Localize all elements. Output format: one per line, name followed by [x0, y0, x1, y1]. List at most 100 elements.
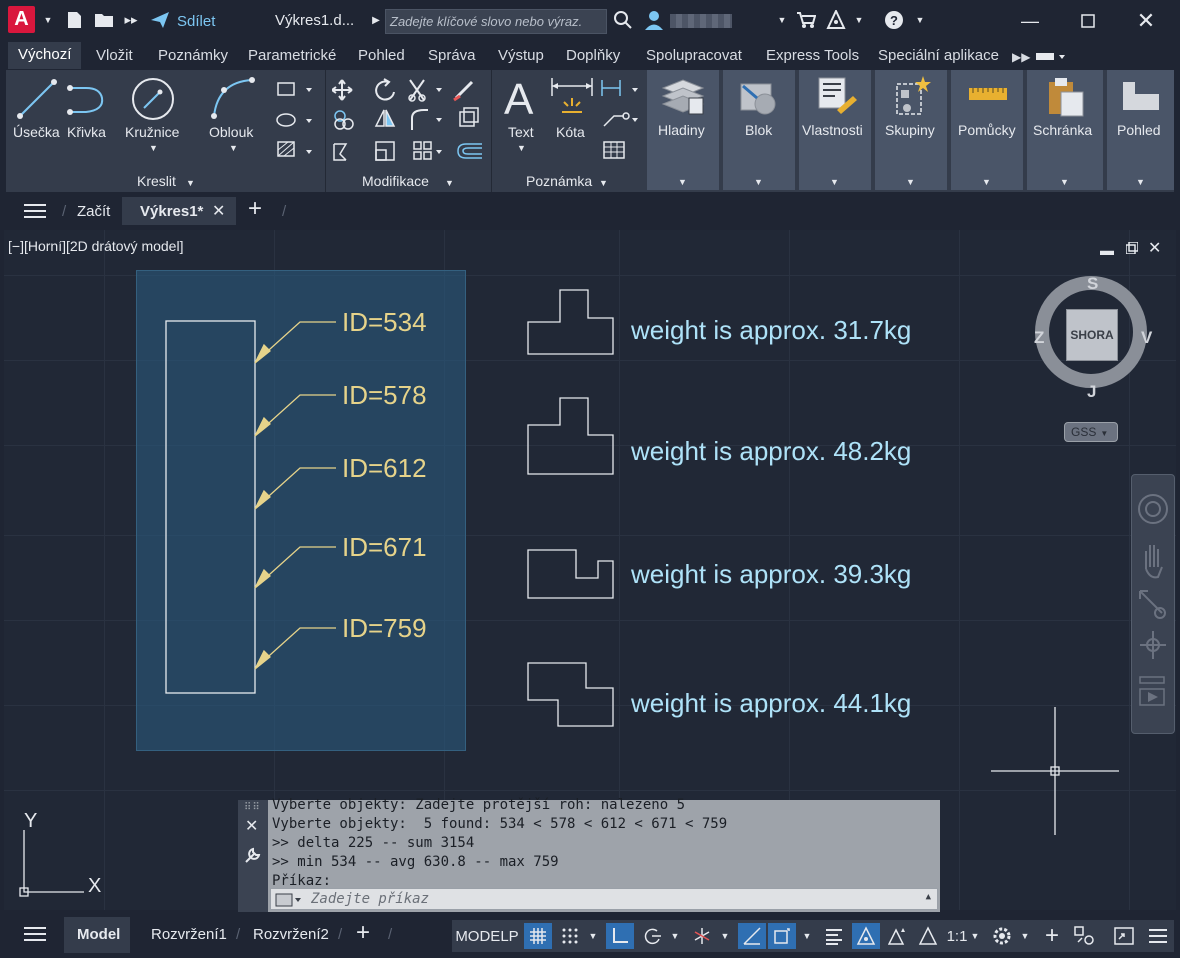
- tab-annotate[interactable]: Poznámky: [158, 47, 228, 64]
- draw-panel-expand-icon[interactable]: ▼: [186, 178, 195, 188]
- tab-collaborate[interactable]: Spolupracovat: [646, 47, 742, 64]
- properties-expand-icon[interactable]: ▼: [830, 177, 839, 187]
- object-snap-tracking-icon[interactable]: [738, 923, 766, 949]
- clipboard-expand-icon[interactable]: ▼: [1060, 177, 1069, 187]
- workspace-dropdown-icon[interactable]: ▼: [1018, 923, 1032, 949]
- search-input[interactable]: Zadejte klíčové slovo nebo výraz.: [385, 9, 607, 34]
- clipboard-panel[interactable]: Schránka ▼: [1027, 70, 1103, 190]
- isolate-objects-icon[interactable]: [1070, 923, 1098, 949]
- close-tab-icon[interactable]: ✕: [212, 201, 225, 221]
- tab-layout1[interactable]: Rozvržení1: [151, 926, 227, 943]
- ortho-toggle-icon[interactable]: [606, 923, 634, 949]
- tab-featured-apps[interactable]: Speciální aplikace: [878, 47, 999, 64]
- tab-home[interactable]: Výchozí: [8, 42, 82, 69]
- circle-tool-icon[interactable]: [130, 76, 176, 122]
- share-icon[interactable]: [150, 10, 170, 30]
- draw-panel-title[interactable]: Kreslit: [137, 173, 176, 189]
- object-snap-icon[interactable]: [768, 923, 796, 949]
- search-icon[interactable]: [613, 10, 633, 30]
- new-layout-icon[interactable]: +: [356, 919, 370, 947]
- layout-menu-icon[interactable]: [24, 926, 46, 942]
- polyline-tool-label[interactable]: Křivka: [67, 124, 106, 140]
- tab-express-tools[interactable]: Express Tools: [766, 47, 859, 64]
- polar-dropdown-icon[interactable]: ▼: [668, 923, 682, 949]
- share-button[interactable]: Sdílet: [177, 13, 215, 30]
- circle-dropdown-icon[interactable]: ▼: [149, 143, 158, 153]
- tab-model[interactable]: Model: [77, 926, 120, 943]
- layers-expand-icon[interactable]: ▼: [678, 177, 687, 187]
- open-folder-icon[interactable]: [94, 10, 114, 30]
- command-input[interactable]: Zadejte příkaz ▲: [270, 888, 938, 910]
- navigation-tools-icon[interactable]: [1136, 491, 1170, 721]
- minimize-button[interactable]: —: [1016, 8, 1044, 34]
- ucs-menu-button[interactable]: GSS ▼: [1064, 422, 1118, 442]
- customize-menu-icon[interactable]: [1144, 923, 1172, 949]
- groups-expand-icon[interactable]: ▼: [906, 177, 915, 187]
- tab-start[interactable]: Začít: [77, 203, 110, 220]
- block-expand-icon[interactable]: ▼: [754, 177, 763, 187]
- more-tabs-icon[interactable]: ▶▶: [1012, 50, 1030, 64]
- customize-wrench-icon[interactable]: [244, 846, 262, 864]
- line-tool-label[interactable]: Úsečka: [13, 124, 60, 140]
- user-chevron-icon[interactable]: ▼: [772, 10, 792, 30]
- isodraft-icon[interactable]: [688, 923, 716, 949]
- annotation-panel-title[interactable]: Poznámka: [526, 173, 592, 189]
- compass-north[interactable]: S: [1087, 274, 1098, 294]
- chevron-right-icon[interactable]: ▶: [366, 10, 386, 30]
- scale-value[interactable]: 1:1: [946, 923, 968, 949]
- annotation-panel-expand-icon[interactable]: ▼: [599, 178, 608, 188]
- command-history-toggle-icon[interactable]: ▲: [926, 892, 931, 902]
- isodraft-dropdown-icon[interactable]: ▼: [718, 923, 732, 949]
- new-tab-icon[interactable]: +: [248, 195, 262, 223]
- new-file-icon[interactable]: [64, 10, 84, 30]
- annotation-scale-icon[interactable]: [914, 923, 942, 949]
- object-snap-dropdown-icon[interactable]: ▼: [800, 923, 814, 949]
- lineweight-icon[interactable]: [820, 923, 848, 949]
- tab-output[interactable]: Výstup: [498, 47, 544, 64]
- annotation-small-tools-icon[interactable]: [600, 78, 644, 162]
- text-tool-icon[interactable]: A: [502, 76, 542, 120]
- autodesk-chevron-icon[interactable]: ▼: [849, 10, 869, 30]
- autodesk-icon[interactable]: [826, 10, 846, 30]
- arc-tool-icon[interactable]: [210, 76, 256, 122]
- annotation-monitor-icon[interactable]: +: [1038, 922, 1066, 949]
- user-name-blurred[interactable]: [670, 14, 732, 28]
- tab-addins[interactable]: Doplňky: [566, 47, 620, 64]
- app-menu-button[interactable]: A: [8, 6, 35, 33]
- layers-panel[interactable]: Hladiny ▼: [647, 70, 719, 190]
- tab-insert[interactable]: Vložit: [96, 47, 133, 64]
- close-command-line-icon[interactable]: ✕: [245, 816, 258, 836]
- modify-panel-expand-icon[interactable]: ▼: [445, 178, 454, 188]
- user-icon[interactable]: [644, 10, 664, 30]
- compass-west[interactable]: Z: [1034, 328, 1044, 348]
- line-tool-icon[interactable]: [16, 78, 58, 120]
- text-dropdown-icon[interactable]: ▼: [517, 143, 526, 153]
- text-tool-label[interactable]: Text: [508, 124, 534, 140]
- arc-dropdown-icon[interactable]: ▼: [229, 143, 238, 153]
- tab-parametric[interactable]: Parametrické: [248, 47, 336, 64]
- utilities-panel[interactable]: Pomůcky ▼: [951, 70, 1023, 190]
- tab-view[interactable]: Pohled: [358, 47, 405, 64]
- modify-panel-title[interactable]: Modifikace: [362, 173, 429, 189]
- close-button[interactable]: ✕: [1132, 8, 1160, 34]
- arc-tool-label[interactable]: Oblouk: [209, 124, 253, 140]
- maximize-button[interactable]: [1074, 8, 1102, 34]
- draw-small-tools-icon[interactable]: [276, 80, 320, 164]
- tab-layout2[interactable]: Rozvržení2: [253, 926, 329, 943]
- viewcube-top-face[interactable]: SHORA: [1066, 309, 1118, 361]
- polyline-tool-icon[interactable]: [66, 80, 110, 118]
- compass-east[interactable]: V: [1141, 328, 1152, 348]
- cart-icon[interactable]: [796, 10, 816, 30]
- help-chevron-icon[interactable]: ▼: [910, 10, 930, 30]
- compass-south[interactable]: J: [1087, 382, 1096, 402]
- tab-manage[interactable]: Správa: [428, 47, 476, 64]
- view-panel[interactable]: Pohled ▼: [1107, 70, 1174, 190]
- command-line[interactable]: ⠿⠿ ✕ Vyberte objekty: Zadejte protější r…: [238, 797, 940, 912]
- utilities-expand-icon[interactable]: ▼: [982, 177, 991, 187]
- workspace-gear-icon[interactable]: [988, 923, 1016, 949]
- fullscreen-icon[interactable]: [1110, 923, 1138, 949]
- polar-tracking-icon[interactable]: [638, 923, 666, 949]
- auto-scale-icon[interactable]: [884, 923, 912, 949]
- hamburger-menu-icon[interactable]: [24, 203, 46, 219]
- snap-dropdown-icon[interactable]: ▼: [586, 923, 600, 949]
